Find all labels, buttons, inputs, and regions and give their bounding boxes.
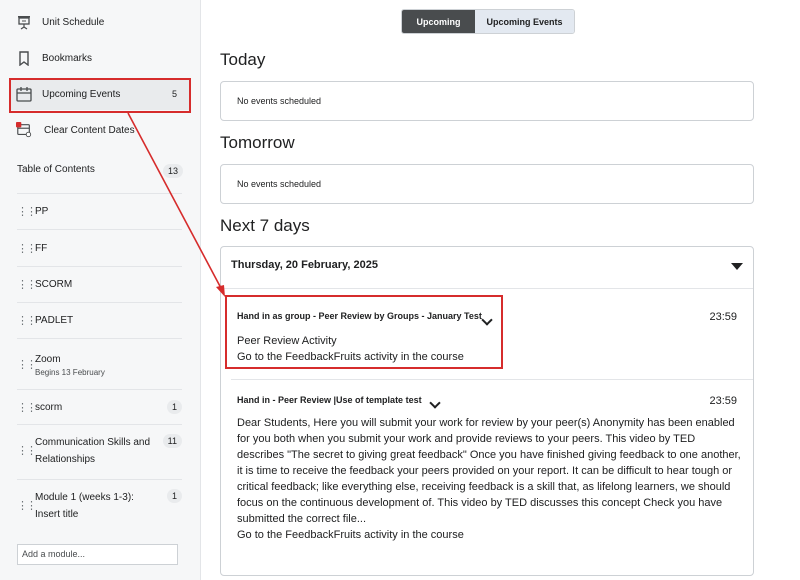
chevron-down-icon[interactable] [429,397,441,409]
collapse-caret-icon[interactable] [731,263,743,270]
view-toggle: Upcoming Upcoming Events [401,9,575,34]
divider [221,288,753,289]
tab-upcoming-events[interactable]: Upcoming Events [475,10,574,33]
module-label: FF [35,242,48,254]
empty-message: No events scheduled [237,96,322,106]
event-time: 23:59 [709,395,737,407]
module-item[interactable]: ⋮⋮ FF [17,229,182,266]
sidebar-item-bookmarks[interactable]: Bookmarks [10,42,190,74]
count-badge: 1 [166,400,182,414]
count-badge: 11 [162,434,182,448]
drag-handle-icon[interactable]: ⋮⋮ [17,205,37,218]
table-of-contents-header[interactable]: Table of Contents 13 [17,164,183,178]
event-description-line: Dear Students, Here you will submit your… [237,417,735,429]
drag-handle-icon[interactable]: ⋮⋮ [17,278,37,291]
highlight-box [9,78,191,113]
section-title-next-7-days: Next 7 days [220,216,310,235]
event-link[interactable]: Go to the FeedbackFruits activity in the… [237,527,464,543]
module-label: SCORM [35,279,73,290]
module-item[interactable]: ⋮⋮ Communication Skills and Relationship… [17,424,182,479]
event-description: Dear Students, Here you will submit your… [237,415,747,527]
bookmark-icon [16,50,32,66]
sidebar-item-label: Unit Schedule [42,16,105,28]
empty-events-box: No events scheduled [220,164,754,204]
empty-message: No events scheduled [237,179,322,189]
module-item[interactable]: ⋮⋮ SCORM [17,266,182,302]
event-description-line: describes "The secret to giving great fe… [237,449,741,461]
event-time: 23:59 [709,311,737,323]
highlight-box [225,295,503,369]
drag-handle-icon[interactable]: ⋮⋮ [17,444,37,457]
drag-handle-icon[interactable]: ⋮⋮ [17,358,37,371]
sidebar-item-label: Bookmarks [42,52,93,64]
count-badge: 1 [166,489,182,503]
module-item[interactable]: ⋮⋮ PADLET [17,302,182,338]
module-label: Communication Skills and Relationships [35,437,151,465]
drag-handle-icon[interactable]: ⋮⋮ [17,314,37,327]
event-description-line: critical feedback; like everything else,… [237,481,731,493]
toc-count: 13 [162,164,183,178]
module-item[interactable]: ⋮⋮ Zoom Begins 13 February [17,338,182,389]
event-description-line: focus on the continuous development of. … [237,497,723,509]
drag-handle-icon[interactable]: ⋮⋮ [17,401,37,414]
event-description-line: it is time to receive the feedback your … [237,465,733,477]
divider [231,379,753,380]
event-title[interactable]: Hand in - Peer Review |Use of template t… [237,395,422,405]
date-heading: Thursday, 20 February, 2025 [231,259,378,271]
add-module-input[interactable]: Add a module... [17,544,178,565]
module-label: Zoom [35,353,61,365]
sidebar-item-label: Clear Content Dates [44,124,135,136]
module-label: PADLET [35,315,74,326]
drag-handle-icon[interactable]: ⋮⋮ [17,242,37,255]
presentation-icon [16,14,32,30]
empty-events-box: No events scheduled [220,81,754,121]
module-item[interactable]: ⋮⋮ scorm 1 [17,389,182,424]
event-description-line: for you both when you submit your work a… [237,433,696,445]
tab-upcoming[interactable]: Upcoming [402,10,475,33]
module-item[interactable]: ⋮⋮ PP [17,193,182,229]
module-label: scorm [35,401,63,413]
section-title-today: Today [220,50,266,69]
event-description-line: submitted the correct file... [237,513,366,525]
module-label: Module 1 (weeks 1-3): Insert title [35,492,134,520]
module-label: PP [35,206,49,217]
toc-label: Table of Contents [17,164,95,175]
module-start-date: Begins 13 February [35,367,105,377]
calendar-clear-icon [16,122,32,138]
section-title-tomorrow: Tomorrow [220,133,295,152]
sidebar-item-clear-content-dates[interactable]: Clear Content Dates [10,114,190,146]
drag-handle-icon[interactable]: ⋮⋮ [17,499,37,512]
module-item[interactable]: ⋮⋮ Module 1 (weeks 1-3): Insert title 1 [17,479,182,532]
sidebar-item-unit-schedule[interactable]: Unit Schedule [10,6,190,38]
